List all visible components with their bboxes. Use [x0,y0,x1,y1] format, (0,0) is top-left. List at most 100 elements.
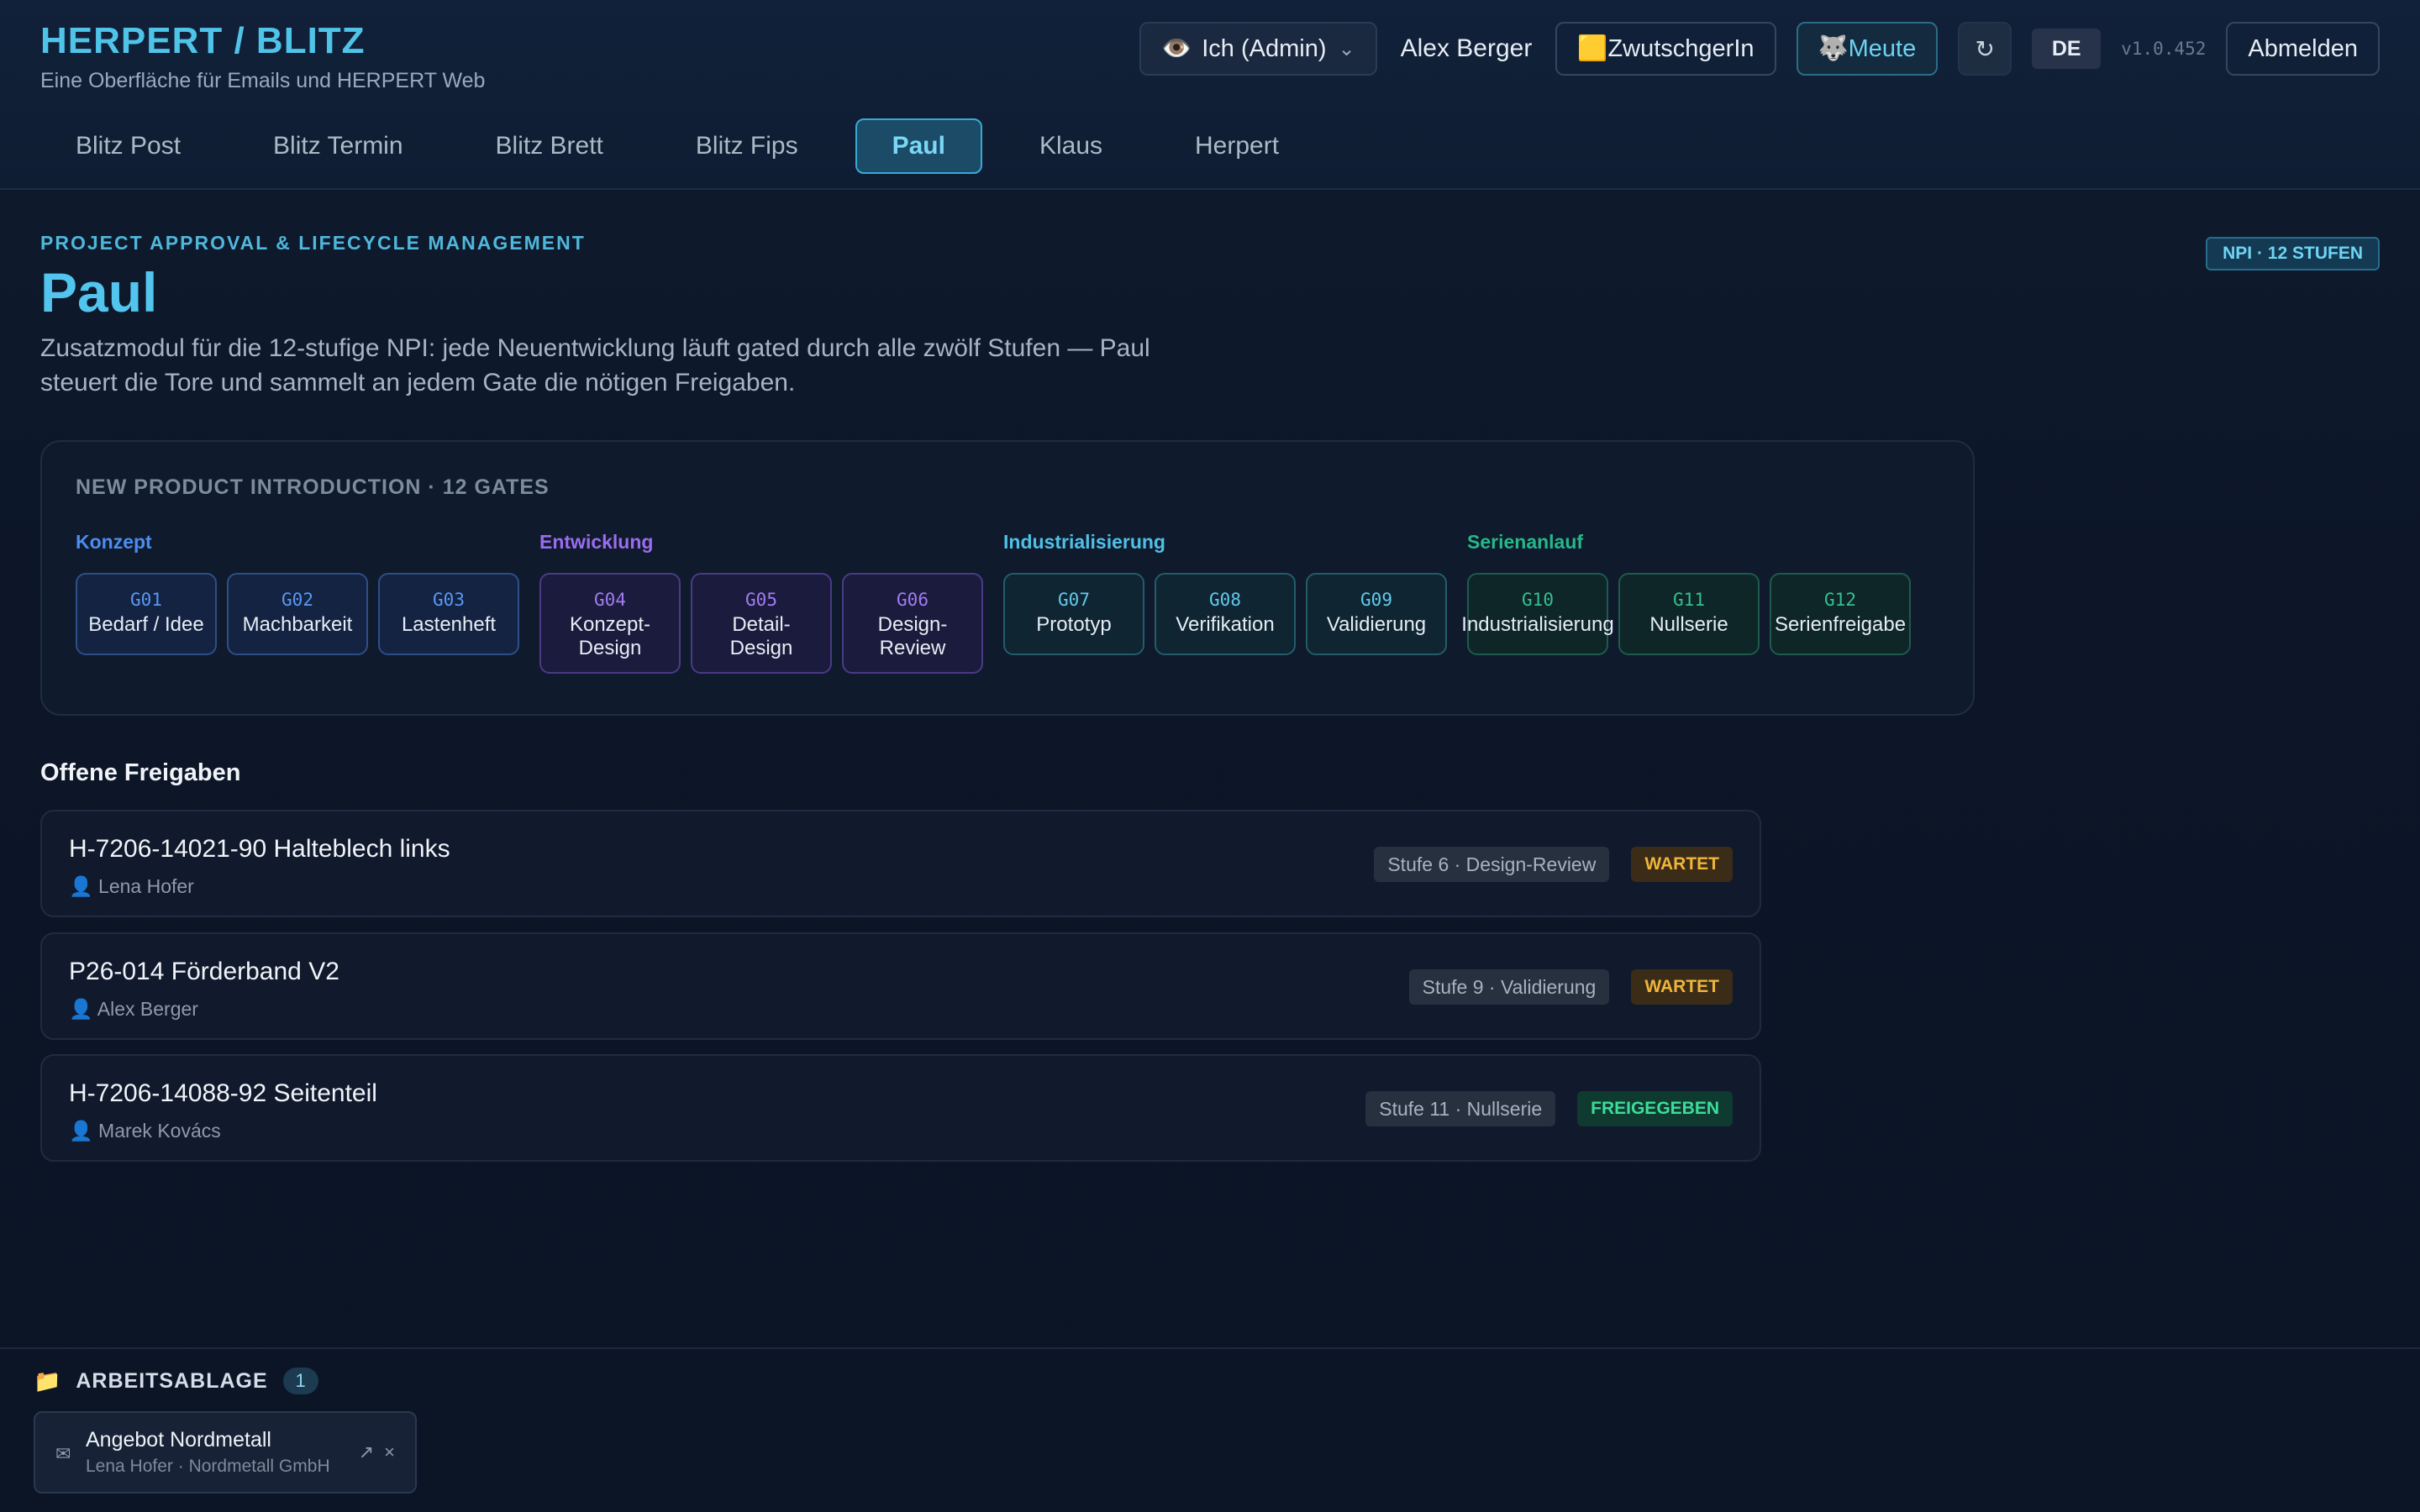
approval-title: H-7206-14088-92 Seitenteil [69,1079,377,1107]
tab-blitz-post[interactable]: Blitz Post [40,118,216,174]
phase-label: Serienanlauf [1467,531,1584,553]
approval-owner: 👤 Marek Kovács [69,1120,221,1142]
gate-name: Validierung [1326,613,1427,636]
approval-title: H-7206-14021-90 Halteblech links [69,835,450,863]
main-nav: Blitz Post Blitz Termin Blitz Brett Blit… [40,118,1314,175]
page-kicker: PROJECT APPROVAL & LIFECYCLE MANAGEMENT [40,232,586,254]
gate-name: Bedarf / Idee [88,613,204,636]
gate-name: Lastenheft [401,613,497,636]
role-label: Ich (Admin) [1202,34,1327,62]
yellow-square-icon: 🟨 [1577,35,1608,62]
page-title: Paul [40,261,158,323]
folder-icon: 📁 [34,1368,61,1394]
gate-g08[interactable]: G08 Verifikation [1155,573,1296,655]
page-description: Zusatzmodul für die 12-stufige NPI: jede… [40,334,1150,396]
gate-g01[interactable]: G01 Bedarf / Idee [76,573,217,655]
role-selector[interactable]: 👁️ Ich (Admin) ⌄ [1139,22,1377,76]
gate-name: Verifikation [1176,613,1275,636]
open-external-icon[interactable]: ↗ [359,1441,374,1463]
work-shelf-title: ARBEITSABLAGE [76,1368,268,1393]
approval-owner: 👤 Lena Hofer [69,875,194,898]
gate-g07[interactable]: G07 Prototyp [1003,573,1144,655]
gate-name: Serienfreigabe [1774,613,1907,636]
gate-code: G12 [1824,590,1856,610]
approval-owner: 👤 Alex Berger [69,998,198,1021]
gate-name: Design-Review [877,613,948,659]
gate-name: Industrialisierung [1461,613,1614,636]
npi-badge: NPI · 12 STUFEN [2206,237,2380,270]
gate-g10[interactable]: G10 Industrialisierung [1461,573,1614,655]
gate-code: G09 [1360,590,1392,610]
language-toggle[interactable]: DE [2032,29,2102,69]
status-badge: FREIGEGEBEN [1577,1091,1733,1126]
approval-item[interactable]: H-7206-14021-90 Halteblech links 👤 Lena … [40,810,1761,917]
gate-g04[interactable]: G04 Konzept-Design [539,573,681,674]
gate-g05[interactable]: G05 Detail-Design [691,573,832,674]
gate-g03[interactable]: G03 Lastenheft [378,573,519,655]
gate-name: Konzept-Design [569,613,651,659]
tab-blitz-termin[interactable]: Blitz Termin [238,118,438,174]
eye-icon: 👁️ [1161,35,1192,62]
gate-name: Nullserie [1649,613,1728,636]
version-label: v1.0.452 [2121,39,2207,59]
tab-klaus[interactable]: Klaus [1004,118,1138,174]
gate-code: G07 [1058,590,1090,610]
gate-g11[interactable]: G11 Nullserie [1618,573,1760,655]
approval-owner-name: Alex Berger [97,998,198,1020]
gate-code: G11 [1673,590,1705,610]
work-shelf-header[interactable]: 📁 ARBEITSABLAGE 1 [34,1368,318,1394]
app-root: HERPERT / BLITZ Eine Oberfläche für Emai… [0,0,2420,1512]
refresh-button[interactable]: ↻ [1958,22,2012,76]
phase-entwicklung: Entwicklung G04 Konzept-Design G05 Detai… [539,531,983,674]
person-icon: 👤 [69,1120,93,1142]
logout-button[interactable]: Abmelden [2226,22,2380,76]
gate-code: G08 [1209,590,1241,610]
approval-title: P26-014 Förderband V2 [69,958,339,985]
gate-code: G10 [1522,590,1554,610]
approval-item[interactable]: P26-014 Förderband V2 👤 Alex Berger Stuf… [40,932,1761,1040]
gate-g12[interactable]: G12 Serienfreigabe [1770,573,1911,655]
gate-code: G01 [130,590,162,610]
gate-name: Detail-Design [729,613,793,659]
work-shelf: 📁 ARBEITSABLAGE 1 ✉ Angebot Nordmetall L… [0,1347,2420,1512]
zwutschgerin-label: ZwutschgerIn [1607,34,1754,62]
tab-blitz-brett[interactable]: Blitz Brett [460,118,639,174]
gate-code: G05 [745,590,777,610]
shelf-card-subtitle: Lena Hofer · Nordmetall GmbH [86,1457,330,1476]
phase-industrialisierung: Industrialisierung G07 Prototyp G08 Veri… [1003,531,1447,655]
gate-g02[interactable]: G02 Machbarkeit [227,573,368,655]
approval-item[interactable]: H-7206-14088-92 Seitenteil 👤 Marek Kovác… [40,1054,1761,1162]
approval-owner-name: Marek Kovács [98,1120,221,1142]
meute-button[interactable]: 🐺 Meute [1796,22,1939,76]
topbar: 👁️ Ich (Admin) ⌄ Alex Berger 🟨 Zwutschge… [1139,20,2380,77]
brand-subtitle: Eine Oberfläche für Emails und HERPERT W… [40,69,486,92]
gates-card: NEW PRODUCT INTRODUCTION · 12 GATES Konz… [40,440,1975,716]
tab-herpert[interactable]: Herpert [1160,118,1314,174]
close-icon[interactable]: × [384,1441,395,1463]
shelf-card-actions: ↗ × [359,1441,395,1463]
stage-chip: Stufe 9 · Validierung [1408,969,1610,1005]
brand-title: HERPERT / BLITZ [40,20,366,61]
approval-meta: Stufe 11 · Nullserie FREIGEGEBEN [1365,1091,1733,1126]
status-badge: WARTET [1631,969,1733,1005]
zwutschgerin-button[interactable]: 🟨 ZwutschgerIn [1555,22,1776,76]
wolf-icon: 🐺 [1818,35,1849,62]
person-icon: 👤 [69,875,93,897]
approvals-title: Offene Freigaben [40,759,241,786]
gate-g09[interactable]: G09 Validierung [1306,573,1447,655]
tab-blitz-fips[interactable]: Blitz Fips [660,118,834,174]
gate-name: Machbarkeit [242,613,353,636]
gate-code: G03 [433,590,465,610]
stage-chip: Stufe 6 · Design-Review [1374,847,1610,882]
meute-label: Meute [1848,34,1917,62]
gates-title: NEW PRODUCT INTRODUCTION · 12 GATES [76,475,550,499]
phase-label: Konzept [76,531,152,553]
gate-code: G06 [897,590,929,610]
gate-g06[interactable]: G06 Design-Review [842,573,983,674]
tab-paul[interactable]: Paul [855,118,982,174]
shelf-card[interactable]: ✉ Angebot Nordmetall Lena Hofer · Nordme… [34,1411,417,1494]
approval-meta: Stufe 6 · Design-Review WARTET [1374,847,1733,882]
phase-serienanlauf: Serienanlauf G10 Industrialisierung G11 … [1461,531,1911,655]
refresh-icon: ↻ [1975,35,1995,62]
chevron-down-icon: ⌄ [1338,37,1355,60]
